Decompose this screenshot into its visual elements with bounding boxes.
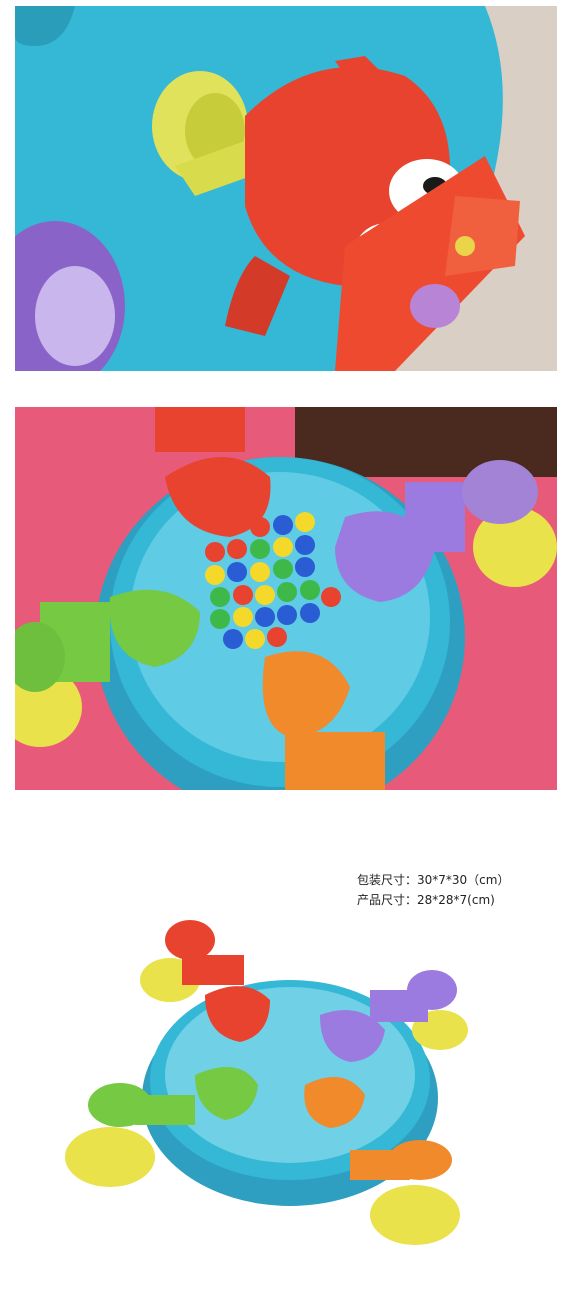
package-size-text: 包装尺寸：30*7*30（cm） [357,873,510,887]
photo-game-board-top [15,407,557,790]
photo-red-frog-closeup [15,6,557,371]
product-size-text: 产品尺寸：28*28*7(cm) [357,893,495,907]
